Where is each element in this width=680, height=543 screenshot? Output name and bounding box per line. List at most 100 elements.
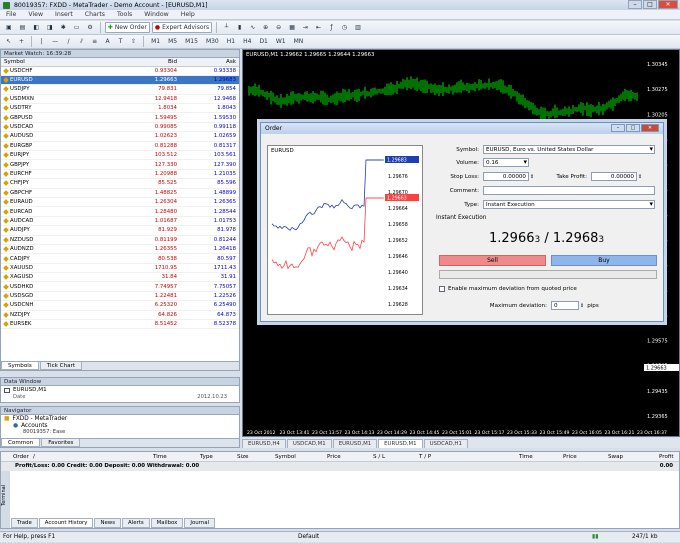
label-icon[interactable]: T bbox=[115, 36, 126, 47]
market-watch-row[interactable]: AUDUSD 1.02623 1.02659 bbox=[1, 131, 239, 142]
deviation-checkbox[interactable] bbox=[439, 286, 445, 292]
candlestick-icon[interactable]: ▮ bbox=[234, 22, 245, 33]
tab-alerts[interactable]: Alerts bbox=[122, 518, 150, 528]
col-profit[interactable]: Profit bbox=[659, 454, 674, 460]
text-icon[interactable]: A bbox=[102, 36, 113, 47]
market-watch-row[interactable]: EURUSD 1.29663 1.29683 bbox=[1, 75, 239, 86]
market-watch-row[interactable]: EURGBP 0.81288 0.81317 bbox=[1, 141, 239, 152]
menu-help[interactable]: Help bbox=[175, 11, 201, 18]
market-watch-icon[interactable]: ◧ bbox=[30, 22, 42, 33]
market-watch-row[interactable]: EURAUD 1.26304 1.26365 bbox=[1, 197, 239, 208]
indicators-icon[interactable]: ƒ bbox=[326, 22, 337, 33]
col-time[interactable]: Time bbox=[153, 454, 167, 460]
dialog-maximize-button[interactable]: □ bbox=[626, 124, 640, 132]
tab-mailbox[interactable]: Mailbox bbox=[150, 518, 184, 528]
menu-file[interactable]: File bbox=[0, 11, 22, 18]
type-select[interactable]: Instant Execution bbox=[483, 200, 655, 209]
tab-journal[interactable]: Journal bbox=[184, 518, 216, 528]
market-watch-row[interactable]: GBPCHF 1.48825 1.48899 bbox=[1, 188, 239, 198]
col-order[interactable]: Order bbox=[13, 454, 29, 460]
volume-select[interactable]: 0.16 bbox=[483, 158, 529, 167]
zoom-in-icon[interactable]: ⊕ bbox=[260, 22, 271, 33]
market-watch-row[interactable]: USDSGD 1.22481 1.22526 bbox=[1, 291, 239, 302]
col-tp[interactable]: T / P bbox=[419, 454, 431, 460]
vertical-line-icon[interactable]: | bbox=[36, 36, 47, 47]
dialog-minimize-button[interactable]: – bbox=[611, 124, 625, 132]
tab-symbols[interactable]: Symbols bbox=[1, 362, 39, 370]
tab-tick-chart[interactable]: Tick Chart bbox=[39, 362, 83, 370]
fibonacci-icon[interactable]: ≡ bbox=[89, 36, 100, 47]
max-deviation-spinner-icon[interactable]: ⇕ bbox=[580, 303, 584, 309]
chart-tab-usdcad-h1[interactable]: USDCAD,H1 bbox=[423, 439, 468, 448]
tab-favorites[interactable]: Favorites bbox=[41, 439, 81, 447]
col-type[interactable]: Type bbox=[200, 454, 213, 460]
market-watch-row[interactable]: CADJPY 80.538 80.597 bbox=[1, 253, 239, 264]
timeframe-w1[interactable]: W1 bbox=[273, 36, 289, 47]
comment-input[interactable] bbox=[483, 186, 655, 195]
timeframe-h1[interactable]: H1 bbox=[224, 36, 238, 47]
max-deviation-input[interactable]: 0 bbox=[551, 301, 579, 310]
dialog-close-button[interactable]: ✕ bbox=[641, 124, 659, 132]
navigator-account-id[interactable]: 80019357: Ease bbox=[23, 429, 65, 434]
col-close-price[interactable]: Price bbox=[563, 454, 577, 460]
column-symbol[interactable]: Symbol bbox=[1, 58, 121, 67]
market-watch-row[interactable]: USDTRY 1.8034 1.8043 bbox=[1, 103, 239, 114]
market-watch-row[interactable]: EURCHF 1.20988 1.21035 bbox=[1, 169, 239, 180]
column-bid[interactable]: Bid bbox=[121, 58, 180, 67]
timeframe-m30[interactable]: M30 bbox=[203, 36, 222, 47]
market-watch-row[interactable]: USDCNH 6.25320 6.25490 bbox=[1, 300, 239, 311]
menu-view[interactable]: View bbox=[22, 11, 49, 18]
crosshair-icon[interactable]: + bbox=[16, 36, 27, 47]
chart-shift-icon[interactable]: ⇤ bbox=[313, 22, 324, 33]
timeframe-d1[interactable]: D1 bbox=[256, 36, 270, 47]
market-watch-row[interactable]: EURJPY 103.512 103.561 bbox=[1, 150, 239, 161]
col-swap[interactable]: Swap bbox=[608, 454, 623, 460]
close-button[interactable]: ✕ bbox=[658, 0, 678, 9]
chart-tab-eurusd-m1-a[interactable]: EURUSD,M1 bbox=[332, 439, 378, 448]
menu-window[interactable]: Window bbox=[138, 11, 174, 18]
terminal-icon[interactable]: ▭ bbox=[71, 22, 83, 33]
col-sl[interactable]: S / L bbox=[373, 454, 385, 460]
symbol-select[interactable]: EURUSD, Euro vs. United States Dollar bbox=[483, 145, 655, 154]
zoom-out-icon[interactable]: ⊖ bbox=[273, 22, 284, 33]
tab-news[interactable]: News bbox=[94, 518, 122, 528]
new-chart-icon[interactable]: ▣ bbox=[3, 22, 15, 33]
col-close-time[interactable]: Time bbox=[519, 454, 533, 460]
take-profit-spinner-icon[interactable]: ⇕ bbox=[638, 174, 642, 180]
col-price[interactable]: Price bbox=[327, 454, 341, 460]
market-watch-row[interactable]: USDJPY 79.831 79.854 bbox=[1, 84, 239, 95]
chart-tab-eurusd-m1-b[interactable]: EURUSD,M1 bbox=[378, 439, 423, 448]
market-watch-row[interactable]: XAUUSD 1710.95 1711.43 bbox=[1, 263, 239, 274]
market-watch-row[interactable]: USDMXN 12.9418 12.9468 bbox=[1, 94, 239, 105]
auto-scroll-icon[interactable]: ⇥ bbox=[300, 22, 311, 33]
market-watch-row[interactable]: GBPUSD 1.59495 1.59530 bbox=[1, 112, 239, 123]
market-watch-row[interactable]: AUDJPY 81.929 81.978 bbox=[1, 225, 239, 236]
new-order-button[interactable]: ✚ New Order bbox=[104, 22, 150, 33]
market-watch-row[interactable]: NZDJPY 64.826 64.873 bbox=[1, 310, 239, 321]
timeframe-h4[interactable]: H4 bbox=[240, 36, 254, 47]
horizontal-line-icon[interactable]: — bbox=[49, 36, 61, 47]
col-size[interactable]: Size bbox=[237, 454, 248, 460]
stop-loss-spinner-icon[interactable]: ⇕ bbox=[530, 174, 534, 180]
take-profit-input[interactable]: 0.00000 bbox=[591, 172, 637, 181]
bar-chart-icon[interactable]: ┴ bbox=[221, 22, 232, 33]
market-watch-row[interactable]: EURSEK 8.51452 8.52378 bbox=[1, 319, 239, 330]
sell-button[interactable]: Sell bbox=[439, 255, 546, 266]
market-watch-row[interactable]: CHFJPY 85.525 85.596 bbox=[1, 178, 239, 189]
menu-insert[interactable]: Insert bbox=[49, 11, 79, 18]
line-chart-icon[interactable]: ∿ bbox=[247, 22, 258, 33]
market-watch-row[interactable]: USDHKD 7.74957 7.75057 bbox=[1, 281, 239, 292]
tab-common[interactable]: Common bbox=[1, 439, 41, 447]
market-watch-row[interactable]: NZDUSD 0.81199 0.81244 bbox=[1, 235, 239, 245]
profiles-icon[interactable]: ▤ bbox=[17, 22, 29, 33]
col-symbol[interactable]: Symbol bbox=[275, 454, 296, 460]
chart-tab-eurusd-h4[interactable]: EURUSD,H4 bbox=[242, 439, 286, 448]
cursor-icon[interactable]: ↖ bbox=[3, 36, 14, 47]
strategy-tester-icon[interactable]: ⚙ bbox=[84, 22, 95, 33]
equidistant-channel-icon[interactable]: ⫽ bbox=[76, 36, 87, 47]
timeframe-m5[interactable]: M5 bbox=[165, 36, 180, 47]
trendline-icon[interactable]: / bbox=[63, 36, 74, 47]
templates-icon[interactable]: ▥ bbox=[352, 22, 364, 33]
minimize-button[interactable]: – bbox=[628, 0, 642, 9]
buy-button[interactable]: Buy bbox=[551, 255, 657, 266]
